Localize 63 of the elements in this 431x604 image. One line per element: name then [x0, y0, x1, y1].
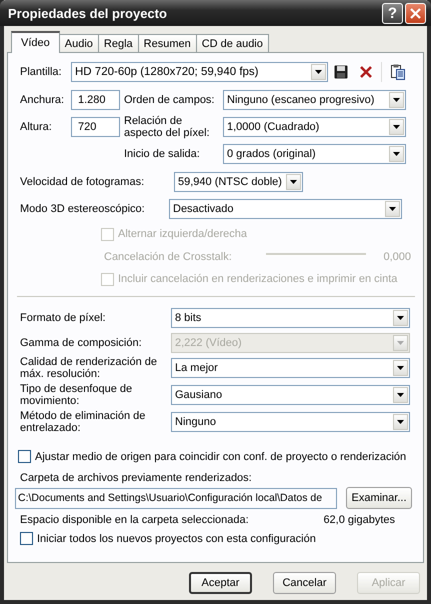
tab[interactable]: Resumen [138, 34, 197, 53]
size-label: Anchura: [20, 94, 66, 106]
caret-icon [389, 146, 404, 162]
setting-label: Gamma de composición: [20, 337, 143, 349]
setting-label: Formato de píxel: [20, 312, 107, 324]
setting-dropdown[interactable]: 0 grados (original) [223, 144, 406, 164]
browse-button[interactable]: Examinar... [346, 487, 412, 509]
checkbox-label: Iniciar todos los nuevos proyectos con esta configuración [37, 532, 316, 544]
setting-dropdown[interactable]: Ninguno (escaneo progresivo) [223, 90, 406, 110]
caret-icon [286, 174, 301, 190]
save-icon[interactable] [334, 65, 348, 79]
setting-label: Relación de aspecto del píxel: [124, 115, 211, 139]
caret-icon [393, 360, 408, 376]
setting-label: Orden de campos: [124, 94, 216, 106]
free-space-value: 62,0 gigabytes [323, 514, 395, 526]
folder-path-field[interactable]: C:\Documents and Settings\Usuario\Configuración local\Datos de [15, 488, 337, 508]
setting-label: Tipo de desenfoque de movimiento: [20, 382, 134, 406]
caret-icon [393, 310, 408, 326]
caret-icon [393, 414, 408, 430]
checkbox-label: Ajustar medio de origen para coincidir con conf. de proyecto o renderización [35, 450, 406, 462]
setting-dropdown[interactable]: Ninguno [171, 412, 410, 432]
stereo-label: Modo 3D estereoscópico: [20, 203, 146, 215]
caret-icon [389, 92, 404, 108]
close-button[interactable] [405, 2, 426, 24]
size-field[interactable]: 1.280 [71, 90, 120, 110]
checkbox-label: Alternar izquierda/derecha [118, 228, 248, 240]
caret-icon [311, 64, 326, 80]
help-button[interactable]: ? [382, 2, 403, 24]
caret-icon [389, 119, 404, 135]
template-label: Plantilla: [20, 66, 63, 78]
caret-icon [385, 201, 400, 217]
checkbox[interactable] [20, 532, 33, 545]
setting-label: Método de eliminación de entrelazado: [20, 410, 146, 434]
setting-dropdown[interactable]: 8 bits [171, 308, 410, 328]
dialog-button[interactable]: Aceptar [189, 572, 252, 594]
tab[interactable]: CD de audio [196, 34, 269, 53]
setting-label: Inicio de salida: [124, 148, 201, 160]
setting-dropdown[interactable]: Gausiano [171, 384, 410, 404]
size-field[interactable]: 720 [71, 117, 120, 137]
caret-icon [393, 335, 408, 351]
size-label: Altura: [20, 121, 53, 133]
dialog-button[interactable]: Cancelar [273, 572, 336, 594]
caret-icon [393, 386, 408, 402]
tab[interactable]: Vídeo [11, 31, 60, 53]
slider-label: Cancelación de Crosstalk: [104, 251, 233, 263]
close-icon [410, 8, 421, 18]
template-combo[interactable]: HD 720-60p (1280x720; 59,940 fps) [71, 62, 328, 82]
delete-icon[interactable] [360, 66, 372, 78]
stereo-dropdown[interactable]: Desactivado [169, 199, 402, 219]
frame-rate-dropdown[interactable]: 59,940 (NTSC doble) [174, 172, 303, 192]
setting-dropdown[interactable]: La mejor [171, 358, 410, 378]
checkbox-label: Incluir cancelación en renderizaciones e imprimir en cinta [118, 273, 398, 285]
checkbox[interactable] [18, 450, 31, 463]
paste-icon[interactable] [391, 64, 405, 80]
window-title: Propiedades del proyecto [8, 6, 168, 20]
setting-label: Calidad de renderización de máx. resolución: [20, 356, 158, 380]
tab[interactable]: Audio [58, 34, 99, 53]
folder-label: Carpeta de archivos previamente renderizados: [20, 472, 252, 484]
free-space-label: Espacio disponible en la carpeta seleccionada: [20, 514, 249, 526]
frame-rate-label: Velocidad de fotogramas: [20, 176, 146, 188]
slider-reading: 0,000 [383, 251, 411, 263]
setting-dropdown[interactable]: 1,0000 (Cuadrado) [223, 117, 406, 137]
tab[interactable]: Regla [98, 34, 139, 53]
